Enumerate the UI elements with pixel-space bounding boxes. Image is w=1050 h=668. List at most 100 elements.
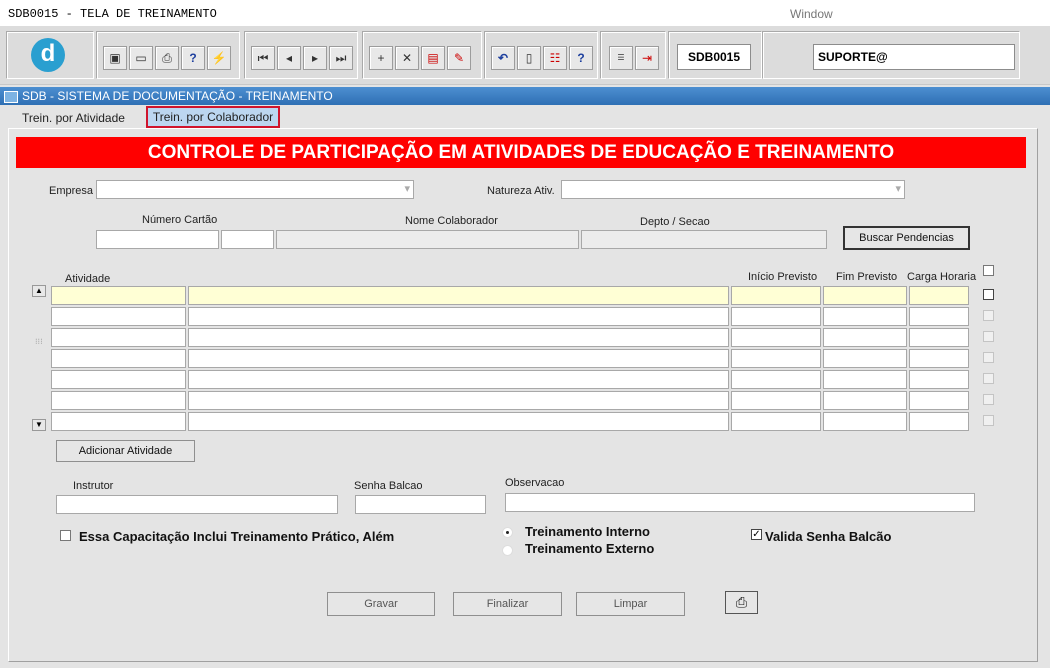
row4-atividade-code[interactable] <box>51 349 186 368</box>
row6-checkbox[interactable] <box>983 394 994 405</box>
row4-checkbox[interactable] <box>983 352 994 363</box>
clipboard-icon[interactable]: ▯ <box>517 46 541 70</box>
page-header: CONTROLE DE PARTICIPAÇÃO EM ATIVIDADES D… <box>16 137 1026 168</box>
select-all-checkbox[interactable] <box>983 265 994 276</box>
row7-atividade-code[interactable] <box>51 412 186 431</box>
scroll-up-icon[interactable]: ▲ <box>32 285 46 297</box>
next-record-icon[interactable]: ▸ <box>303 46 327 70</box>
row7-fim[interactable] <box>823 412 907 431</box>
row4-fim[interactable] <box>823 349 907 368</box>
row3-inicio[interactable] <box>731 328 821 347</box>
row3-atividade-desc[interactable] <box>188 328 729 347</box>
scroll-down-icon[interactable]: ▼ <box>32 419 46 431</box>
buscar-pendencias-button[interactable]: Buscar Pendencias <box>843 226 970 250</box>
row3-atividade-code[interactable] <box>51 328 186 347</box>
row5-carga[interactable] <box>909 370 969 389</box>
row7-atividade-desc[interactable] <box>188 412 729 431</box>
app-window-icon <box>4 91 18 103</box>
delete-record-icon[interactable]: ✕ <box>395 46 419 70</box>
pratico-label: Essa Capacitação Inclui Treinamento Prát… <box>79 529 395 544</box>
instrutor-input[interactable] <box>56 495 338 514</box>
help-icon[interactable]: ? <box>569 46 593 70</box>
adicionar-atividade-button[interactable]: Adicionar Atividade <box>56 440 195 462</box>
row3-carga[interactable] <box>909 328 969 347</box>
observacao-input[interactable] <box>505 493 975 512</box>
row2-carga[interactable] <box>909 307 969 326</box>
tab-trein-por-atividade[interactable]: Trein. por Atividade <box>16 107 131 129</box>
row3-fim[interactable] <box>823 328 907 347</box>
row6-carga[interactable] <box>909 391 969 410</box>
row4-inicio[interactable] <box>731 349 821 368</box>
col-fim-header: Fim Previsto <box>836 271 898 283</box>
numero-cartao-label: Número Cartão <box>142 214 218 226</box>
row7-inicio[interactable] <box>731 412 821 431</box>
valida-senha-checkbox[interactable]: ✓ <box>751 529 762 540</box>
row1-checkbox[interactable] <box>983 289 994 300</box>
interno-radio[interactable] <box>502 527 513 538</box>
previous-record-icon[interactable]: ◂ <box>277 46 301 70</box>
row1-inicio[interactable] <box>731 286 821 305</box>
empresa-select[interactable] <box>96 180 414 199</box>
limpar-button[interactable]: Limpar <box>576 592 685 616</box>
duplicate-record-icon[interactable]: ▤ <box>421 46 445 70</box>
row1-fim[interactable] <box>823 286 907 305</box>
row7-carga[interactable] <box>909 412 969 431</box>
row7-checkbox[interactable] <box>983 415 994 426</box>
instrutor-label: Instrutor <box>73 480 114 492</box>
clear-record-icon[interactable]: ✎ <box>447 46 471 70</box>
scroll-grip-icon: ⁝⁝⁝ <box>35 337 43 346</box>
save-icon[interactable]: ▣ <box>103 46 127 70</box>
row6-inicio[interactable] <box>731 391 821 410</box>
row2-atividade-code[interactable] <box>51 307 186 326</box>
toolbar-group-file: ▣ ▭ ⎙ ? ⚡ <box>96 31 240 79</box>
nome-colaborador-label: Nome Colaborador <box>405 215 498 227</box>
row1-atividade-desc[interactable] <box>188 286 729 305</box>
row6-fim[interactable] <box>823 391 907 410</box>
row5-fim[interactable] <box>823 370 907 389</box>
cartao-digito-input[interactable] <box>221 230 274 249</box>
insert-record-icon[interactable]: + <box>369 46 393 70</box>
nome-colaborador-field <box>276 230 579 249</box>
window-menu[interactable]: Window <box>790 7 833 21</box>
senha-balcao-input[interactable] <box>355 495 486 514</box>
row1-carga[interactable] <box>909 286 969 305</box>
last-record-icon[interactable]: ⏭ <box>329 46 353 70</box>
row5-inicio[interactable] <box>731 370 821 389</box>
undo-icon[interactable]: ↶ <box>491 46 515 70</box>
depto-label: Depto / Secao <box>640 216 710 228</box>
first-record-icon[interactable]: ⏮ <box>251 46 275 70</box>
row5-checkbox[interactable] <box>983 373 994 384</box>
window-icon[interactable]: ▭ <box>129 46 153 70</box>
row6-atividade-desc[interactable] <box>188 391 729 410</box>
row2-checkbox[interactable] <box>983 310 994 321</box>
row2-atividade-desc[interactable] <box>188 307 729 326</box>
externo-radio[interactable] <box>502 545 513 556</box>
row2-fim[interactable] <box>823 307 907 326</box>
row4-carga[interactable] <box>909 349 969 368</box>
tab-trein-por-colaborador[interactable]: Trein. por Colaborador <box>146 106 280 128</box>
print-icon[interactable]: ⎙ <box>155 46 179 70</box>
row1-atividade-code[interactable] <box>51 286 186 305</box>
execute-query-icon[interactable]: ⚡ <box>207 46 231 70</box>
exit-icon[interactable]: ⇥ <box>635 46 659 70</box>
print-report-icon[interactable]: ⎙ <box>725 591 758 614</box>
gravar-button[interactable]: Gravar <box>327 592 435 616</box>
toolbar-group-nav: ⏮ ◂ ▸ ⏭ <box>244 31 358 79</box>
row6-atividade-code[interactable] <box>51 391 186 410</box>
user-name: SUPORTE@ <box>813 44 1015 70</box>
row4-atividade-desc[interactable] <box>188 349 729 368</box>
numero-cartao-input[interactable] <box>96 230 219 249</box>
row5-atividade-desc[interactable] <box>188 370 729 389</box>
finalizar-button[interactable]: Finalizar <box>453 592 562 616</box>
observacao-label: Observacao <box>505 477 565 489</box>
pratico-checkbox[interactable] <box>60 530 71 541</box>
natureza-select[interactable] <box>561 180 905 199</box>
row3-checkbox[interactable] <box>983 331 994 342</box>
menu-icon[interactable]: ☰ <box>609 46 633 70</box>
query-icon[interactable]: ? <box>181 46 205 70</box>
row2-inicio[interactable] <box>731 307 821 326</box>
grid-scrollbar[interactable]: ▲ ⁝⁝⁝ ▼ <box>32 285 46 433</box>
row5-atividade-code[interactable] <box>51 370 186 389</box>
externo-label: Treinamento Externo <box>525 541 655 556</box>
list-values-icon[interactable]: ☷ <box>543 46 567 70</box>
